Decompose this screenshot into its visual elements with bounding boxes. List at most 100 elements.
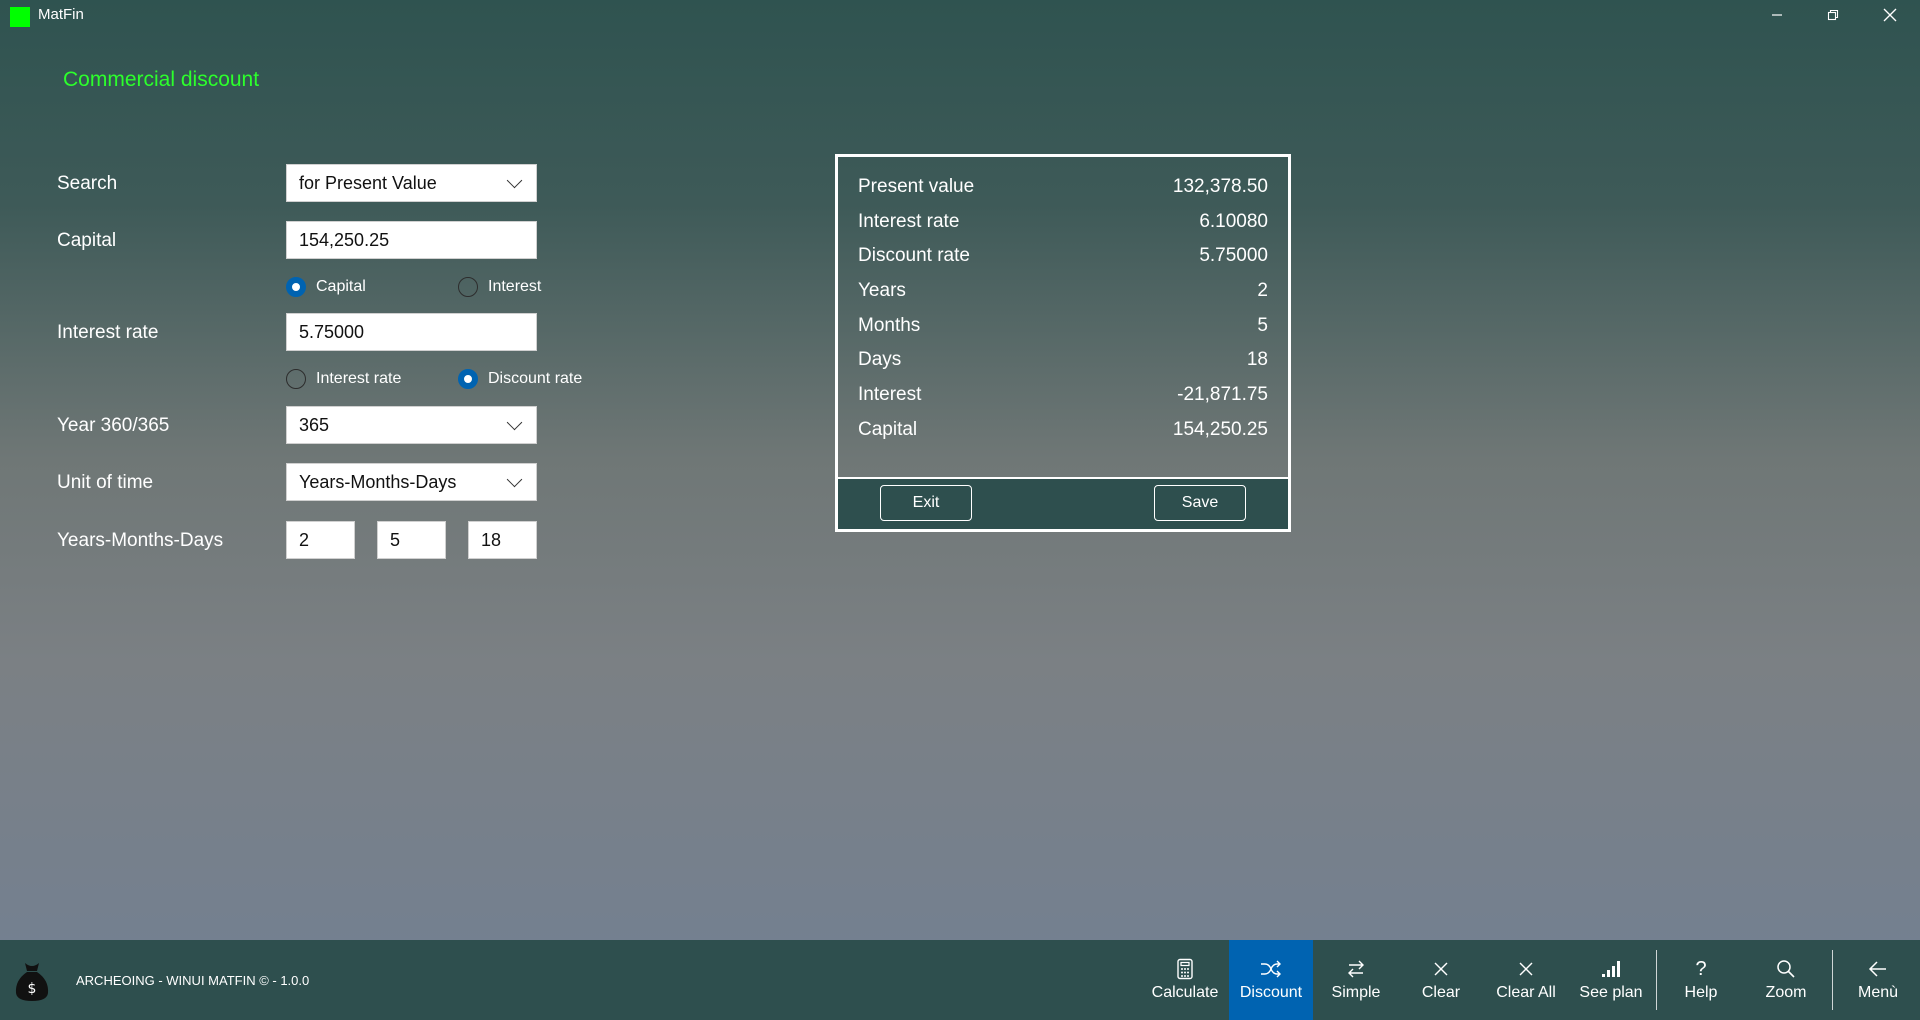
- result-row-interest: Interest -21,871.75: [858, 384, 1268, 406]
- chevron-down-icon: [506, 414, 523, 430]
- interest-rate-label: Interest rate: [57, 322, 159, 343]
- simple-label: Simple: [1331, 984, 1381, 1001]
- help-label: Help: [1684, 984, 1718, 1001]
- result-row-years: Years 2: [858, 280, 1268, 302]
- radio-indicator-selected: [458, 369, 478, 389]
- calculate-button[interactable]: Calculate: [1143, 940, 1227, 1020]
- radio-indicator-selected: [286, 277, 306, 297]
- radio-capital[interactable]: Capital: [286, 277, 366, 297]
- simple-button[interactable]: Simple: [1314, 940, 1398, 1020]
- unit-of-time-select[interactable]: Years-Months-Days: [286, 463, 537, 501]
- radio-indicator: [286, 369, 306, 389]
- radio-discount-rate-label: Discount rate: [488, 370, 583, 387]
- swap-arrows-icon: [1345, 958, 1367, 980]
- restore-button[interactable]: [1805, 0, 1861, 30]
- interest-rate-input[interactable]: 5.75000: [286, 313, 537, 351]
- chevron-down-icon: [506, 172, 523, 188]
- interest-rate-input-value: 5.75000: [299, 321, 365, 342]
- footer-copyright: ARCHEOING - WINUI MATFIN © - 1.0.0: [76, 973, 310, 988]
- years-input-value: 2: [299, 529, 310, 550]
- radio-discount-rate[interactable]: Discount rate: [458, 369, 582, 389]
- see-plan-button[interactable]: See plan: [1569, 940, 1653, 1020]
- calculate-label: Calculate: [1151, 984, 1219, 1001]
- minimize-icon: [1772, 14, 1782, 16]
- bar-chart-icon: [1600, 958, 1622, 980]
- result-label: Capital: [858, 419, 918, 440]
- result-value: 154,250.25: [1172, 419, 1268, 440]
- close-window-button[interactable]: [1862, 0, 1918, 30]
- close-icon: [1430, 958, 1452, 980]
- back-arrow-icon: [1867, 958, 1889, 980]
- result-panel: Present value 132,378.50 Interest rate 6…: [835, 154, 1291, 532]
- zoom-button[interactable]: Zoom: [1744, 940, 1828, 1020]
- result-value: 6.10080: [1199, 211, 1268, 232]
- window-title: MatFin: [38, 6, 84, 23]
- radio-indicator: [458, 277, 478, 297]
- result-label: Years: [858, 280, 906, 301]
- search-icon: [1775, 958, 1797, 980]
- search-select[interactable]: for Present Value: [286, 164, 537, 202]
- minimize-button[interactable]: [1749, 0, 1805, 30]
- help-button[interactable]: ? Help: [1659, 940, 1743, 1020]
- clear-label: Clear: [1421, 984, 1461, 1001]
- result-label: Interest: [858, 384, 922, 405]
- chevron-down-icon: [506, 471, 523, 487]
- days-input[interactable]: 18: [468, 521, 537, 559]
- see-plan-label: See plan: [1579, 984, 1643, 1001]
- close-icon: [1515, 958, 1537, 980]
- radio-interest[interactable]: Interest: [458, 277, 541, 297]
- radio-capital-label: Capital: [316, 278, 366, 295]
- save-button[interactable]: Save: [1154, 485, 1246, 521]
- unit-of-time-select-value: Years-Months-Days: [299, 471, 457, 492]
- result-list: Present value 132,378.50 Interest rate 6…: [838, 157, 1288, 479]
- exit-button[interactable]: Exit: [880, 485, 972, 521]
- menu-label: Menù: [1857, 984, 1899, 1001]
- toolbar-separator: [1832, 950, 1833, 1010]
- months-input-value: 5: [390, 529, 401, 550]
- shuffle-icon: [1260, 958, 1282, 980]
- radio-interest-rate[interactable]: Interest rate: [286, 369, 401, 389]
- menu-button[interactable]: Menù: [1836, 940, 1920, 1020]
- months-input[interactable]: 5: [377, 521, 446, 559]
- days-input-value: 18: [481, 529, 502, 550]
- ymd-label: Years-Months-Days: [57, 530, 224, 551]
- clear-all-button[interactable]: Clear All: [1484, 940, 1568, 1020]
- result-value: 5: [1257, 315, 1268, 336]
- clear-button[interactable]: Clear: [1399, 940, 1483, 1020]
- title-bar: MatFin: [0, 0, 1920, 30]
- capital-input-value: 154,250.25: [299, 229, 390, 250]
- search-label: Search: [57, 173, 118, 194]
- zoom-label: Zoom: [1765, 984, 1807, 1001]
- result-value: 5.75000: [1199, 245, 1268, 266]
- svg-text:$: $: [28, 981, 37, 997]
- result-footer: Exit Save: [838, 479, 1288, 529]
- money-bag-icon: $: [15, 963, 49, 1001]
- result-row-months: Months 5: [858, 315, 1268, 337]
- page-title: Commercial discount: [63, 68, 260, 91]
- bottom-command-bar: $ ARCHEOING - WINUI MATFIN © - 1.0.0 Cal…: [0, 940, 1920, 1020]
- restore-icon: [1827, 9, 1839, 21]
- capital-input[interactable]: 154,250.25: [286, 221, 537, 259]
- result-value: 18: [1246, 349, 1268, 370]
- year-basis-label: Year 360/365: [57, 415, 170, 436]
- result-label: Months: [858, 315, 921, 336]
- calculator-icon: [1174, 958, 1196, 980]
- radio-interest-rate-label: Interest rate: [316, 370, 402, 387]
- result-label: Present value: [858, 176, 975, 197]
- result-row-days: Days 18: [858, 349, 1268, 371]
- result-value: 132,378.50: [1172, 176, 1268, 197]
- search-select-value: for Present Value: [299, 172, 437, 193]
- result-label: Discount rate: [858, 245, 970, 266]
- result-row-discount-rate: Discount rate 5.75000: [858, 245, 1268, 267]
- result-value: 2: [1257, 280, 1268, 301]
- year-basis-select[interactable]: 365: [286, 406, 537, 444]
- clear-all-label: Clear All: [1496, 984, 1556, 1001]
- result-label: Interest rate: [858, 211, 960, 232]
- discount-label: Discount: [1239, 984, 1303, 1001]
- app-icon: [10, 7, 30, 27]
- year-basis-select-value: 365: [299, 414, 330, 435]
- result-row-present-value: Present value 132,378.50: [858, 176, 1268, 198]
- years-input[interactable]: 2: [286, 521, 355, 559]
- toolbar-separator: [1656, 950, 1657, 1010]
- discount-button[interactable]: Discount: [1229, 940, 1313, 1020]
